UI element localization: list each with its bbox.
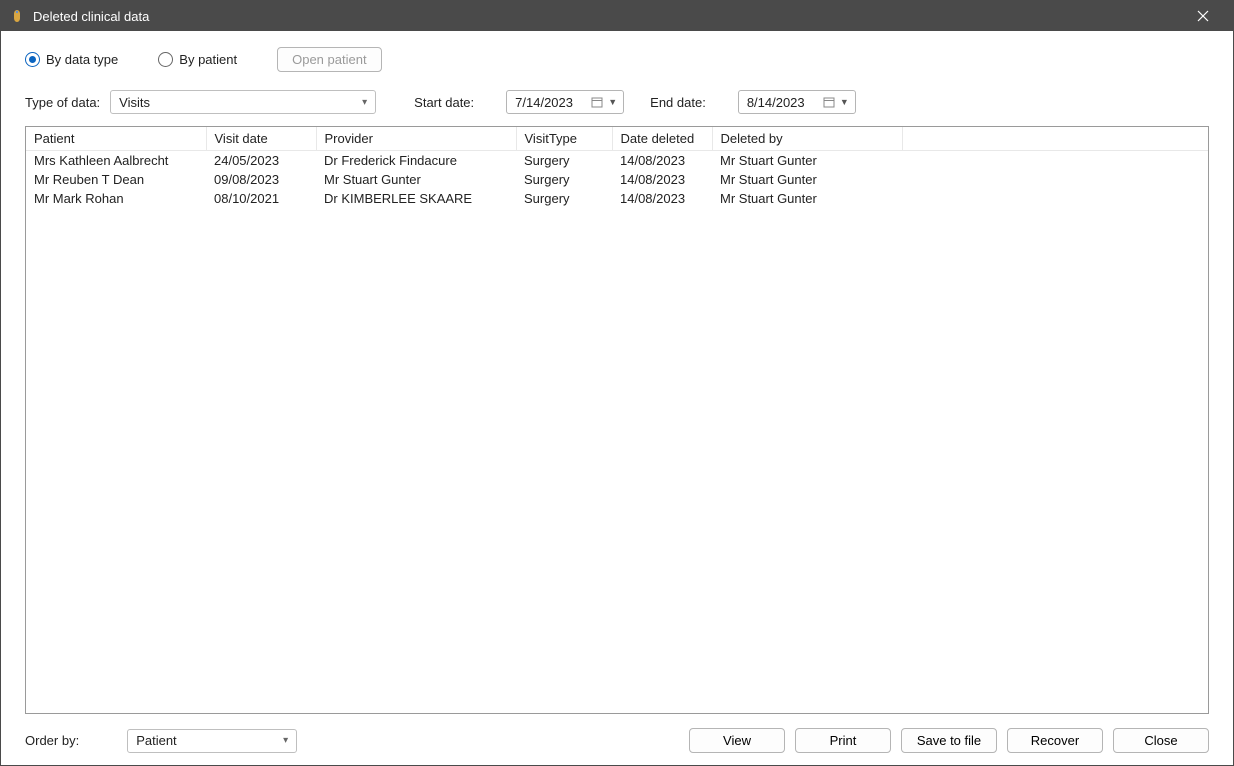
cell-patient: Mr Reuben T Dean xyxy=(26,170,206,189)
col-provider[interactable]: Provider xyxy=(316,127,516,151)
dropdown-value: Patient xyxy=(136,733,283,748)
type-of-data-label: Type of data: xyxy=(25,95,100,110)
cell-provider: Dr KIMBERLEE SKAARE xyxy=(316,189,516,208)
cell-filler xyxy=(902,170,1208,189)
mode-radio-group: By data type By patient xyxy=(25,52,237,67)
cell-patient: Mrs Kathleen Aalbrecht xyxy=(26,151,206,171)
window-title: Deleted clinical data xyxy=(33,9,1181,24)
cell-visit-type: Surgery xyxy=(516,189,612,208)
date-value: 8/14/2023 xyxy=(747,95,821,110)
data-table-container: Patient Visit date Provider VisitType Da… xyxy=(25,126,1209,714)
end-date-label: End date: xyxy=(650,95,706,110)
cell-filler xyxy=(902,151,1208,171)
save-to-file-button[interactable]: Save to file xyxy=(901,728,997,753)
cell-date-deleted: 14/08/2023 xyxy=(612,170,712,189)
table-row[interactable]: Mrs Kathleen Aalbrecht24/05/2023Dr Frede… xyxy=(26,151,1208,171)
filter-row: Type of data: Visits ▾ Start date: 7/14/… xyxy=(25,90,1209,114)
type-of-data-dropdown[interactable]: Visits ▾ xyxy=(110,90,376,114)
radio-icon xyxy=(25,52,40,67)
cell-visit-date: 09/08/2023 xyxy=(206,170,316,189)
start-date-picker[interactable]: 7/14/2023 ▼ xyxy=(506,90,624,114)
col-filler xyxy=(902,127,1208,151)
chevron-down-icon: ▼ xyxy=(840,97,849,107)
cell-visit-date: 08/10/2021 xyxy=(206,189,316,208)
col-visit-type[interactable]: VisitType xyxy=(516,127,612,151)
col-visit-date[interactable]: Visit date xyxy=(206,127,316,151)
cell-date-deleted: 14/08/2023 xyxy=(612,189,712,208)
titlebar: Deleted clinical data xyxy=(1,1,1233,31)
radio-by-patient[interactable]: By patient xyxy=(158,52,237,67)
order-by-label: Order by: xyxy=(25,733,79,748)
cell-patient: Mr Mark Rohan xyxy=(26,189,206,208)
order-by-dropdown[interactable]: Patient ▾ xyxy=(127,729,297,753)
mode-row: By data type By patient Open patient xyxy=(25,47,1209,72)
cell-date-deleted: 14/08/2023 xyxy=(612,151,712,171)
cell-visit-type: Surgery xyxy=(516,170,612,189)
cell-deleted-by: Mr Stuart Gunter xyxy=(712,170,902,189)
col-date-deleted[interactable]: Date deleted xyxy=(612,127,712,151)
window-close-button[interactable] xyxy=(1181,1,1225,31)
cell-filler xyxy=(902,189,1208,208)
close-button[interactable]: Close xyxy=(1113,728,1209,753)
view-button[interactable]: View xyxy=(689,728,785,753)
end-date-picker[interactable]: 8/14/2023 ▼ xyxy=(738,90,856,114)
start-date-label: Start date: xyxy=(414,95,474,110)
table-row[interactable]: Mr Reuben T Dean09/08/2023Mr Stuart Gunt… xyxy=(26,170,1208,189)
cell-visit-type: Surgery xyxy=(516,151,612,171)
chevron-down-icon: ▼ xyxy=(608,97,617,107)
cell-deleted-by: Mr Stuart Gunter xyxy=(712,151,902,171)
window: Deleted clinical data By data type By pa… xyxy=(0,0,1234,766)
radio-label: By data type xyxy=(46,52,118,67)
chevron-down-icon: ▾ xyxy=(283,735,288,746)
open-patient-button: Open patient xyxy=(277,47,381,72)
radio-label: By patient xyxy=(179,52,237,67)
col-patient[interactable]: Patient xyxy=(26,127,206,151)
table-row[interactable]: Mr Mark Rohan08/10/2021Dr KIMBERLEE SKAA… xyxy=(26,189,1208,208)
cell-visit-date: 24/05/2023 xyxy=(206,151,316,171)
cell-provider: Mr Stuart Gunter xyxy=(316,170,516,189)
chevron-down-icon: ▾ xyxy=(362,97,367,108)
app-icon xyxy=(9,8,25,24)
bottom-row: Order by: Patient ▾ View Print Save to f… xyxy=(25,728,1209,753)
table-header-row: Patient Visit date Provider VisitType Da… xyxy=(26,127,1208,151)
radio-icon xyxy=(158,52,173,67)
calendar-icon xyxy=(821,94,837,110)
recover-button[interactable]: Recover xyxy=(1007,728,1103,753)
col-deleted-by[interactable]: Deleted by xyxy=(712,127,902,151)
radio-by-data-type[interactable]: By data type xyxy=(25,52,118,67)
date-value: 7/14/2023 xyxy=(515,95,589,110)
dropdown-value: Visits xyxy=(119,95,362,110)
content-area: By data type By patient Open patient Typ… xyxy=(1,31,1233,765)
cell-provider: Dr Frederick Findacure xyxy=(316,151,516,171)
calendar-icon xyxy=(589,94,605,110)
data-table: Patient Visit date Provider VisitType Da… xyxy=(26,127,1208,208)
print-button[interactable]: Print xyxy=(795,728,891,753)
cell-deleted-by: Mr Stuart Gunter xyxy=(712,189,902,208)
